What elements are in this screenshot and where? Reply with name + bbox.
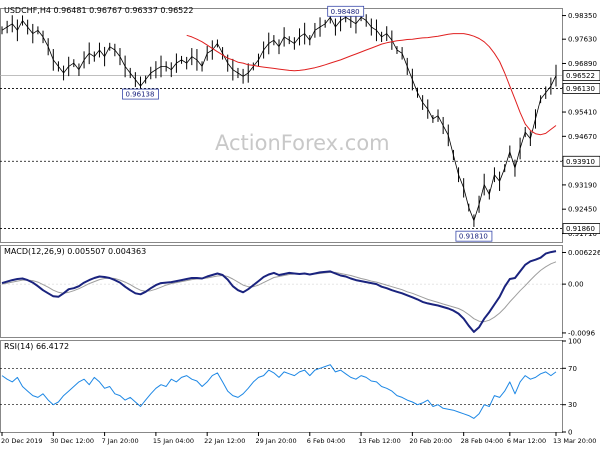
x-tick-label: 6 Mar 12:00 xyxy=(507,437,546,445)
price-y-tick-label: 0.97630 xyxy=(568,36,597,44)
price-y-tick-label: 0.95410 xyxy=(568,109,597,117)
x-tick-label: 7 Jan 20:00 xyxy=(102,437,139,445)
x-tick-label: 15 Jan 04:00 xyxy=(153,437,194,445)
level-label: 0.96130 xyxy=(566,85,595,93)
price-y-tick-label: 0.92450 xyxy=(568,206,597,214)
x-tick-label: 20 Dec 2019 xyxy=(1,437,43,445)
macd-panel-title: MACD(12,26,9) 0.005507 0.004363 xyxy=(4,247,146,256)
price-y-tick-label: 0.98350 xyxy=(568,12,597,20)
price-y-tick-label: 0.96890 xyxy=(568,60,597,68)
price-y-tick-label: 0.93190 xyxy=(568,181,597,189)
price-panel-title: USDCHF,H4 0.96481 0.96767 0.96337 0.9652… xyxy=(4,6,193,15)
annotation-label: 0.98480 xyxy=(331,8,360,16)
chart-canvas: ActionForex.com USDCHF,H4 0.96481 0.9676… xyxy=(0,0,600,450)
annotation-label: 0.91810 xyxy=(459,233,488,241)
x-tick-label: 22 Jan 12:00 xyxy=(204,437,245,445)
x-tick-label: 13 Feb 12:00 xyxy=(358,437,401,445)
macd-y-tick-label: 0.006226 xyxy=(568,249,600,257)
current-price-label: 0.96522 xyxy=(566,72,595,80)
x-tick-label: 20 Feb 20:00 xyxy=(409,437,452,445)
x-tick-label: 29 Jan 20:00 xyxy=(255,437,296,445)
rsi-y-tick-label: 70 xyxy=(568,365,577,373)
price-y-tick-label: 0.94670 xyxy=(568,133,597,141)
level-label: 0.93910 xyxy=(566,158,595,166)
macd-y-tick-label: 0.00 xyxy=(568,281,584,289)
level-label: 0.91860 xyxy=(566,225,595,233)
x-tick-label: 28 Feb 04:00 xyxy=(461,437,504,445)
macd-y-tick-label: -0.0096 xyxy=(568,329,596,337)
x-tick-label: 13 Mar 20:00 xyxy=(553,437,596,445)
rsi-y-tick-label: 30 xyxy=(568,401,577,409)
rsi-y-tick-label: 0 xyxy=(568,429,572,437)
watermark: ActionForex.com xyxy=(215,131,390,155)
x-tick-label: 6 Feb 04:00 xyxy=(307,437,346,445)
rsi-y-tick-label: 100 xyxy=(568,338,581,346)
annotation-label: 0.96138 xyxy=(126,91,155,99)
rsi-panel-title: RSI(14) 66.4172 xyxy=(4,342,69,351)
x-tick-label: 30 Dec 12:00 xyxy=(50,437,94,445)
